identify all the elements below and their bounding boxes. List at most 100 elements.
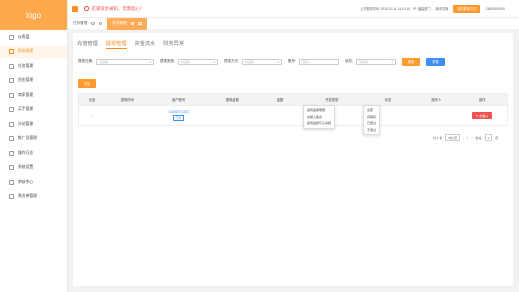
table-row: — 13456721333 已付 ✎ 去确认 xyxy=(79,105,507,125)
logo[interactable]: logo xyxy=(0,0,67,30)
status-label: 状态: xyxy=(344,59,353,64)
sidebar-item-label: 黑名单管理 xyxy=(18,194,37,199)
sidebar-item[interactable]: 资金管理 xyxy=(0,74,67,89)
table-header-cell[interactable]: 全选 xyxy=(79,97,105,102)
dropdown-option[interactable]: 提现金额与子余额 xyxy=(304,120,334,127)
category-select[interactable]: 请选择 ▾ xyxy=(177,58,218,66)
chevron-down-icon: ▾ xyxy=(149,59,151,64)
goto-label: 前往 xyxy=(475,135,482,140)
type-dropdown: 提现金额明细 余额入账表 提现金额与子余额 xyxy=(303,105,336,129)
sidebar-item-label: 审核中心 xyxy=(18,179,34,184)
sidebar-item-label: 推广员管理 xyxy=(18,136,37,141)
subtab[interactable]: 财务异常 xyxy=(163,40,184,49)
sidebar-item-label: 买手管理 xyxy=(18,107,34,112)
menu-item-icon xyxy=(9,107,14,113)
chevron-down-icon: ▾ xyxy=(213,59,215,64)
sidebar-item[interactable]: 推广员管理 xyxy=(0,132,67,147)
table-header-cell: 提现时间 xyxy=(120,98,134,102)
dropdown-option[interactable]: 不通过 xyxy=(364,127,379,134)
notice-text: 店铺资金被扣，无需担心！ xyxy=(91,5,145,11)
table-header: 全选 提现时间 用户账号 提现金额 金额 开发类型 状态 操作人 操作 xyxy=(79,94,507,105)
warning-icon xyxy=(84,6,89,11)
sidebar-item[interactable]: 买手管理 xyxy=(0,103,67,118)
subtab[interactable]: 充值管理 xyxy=(77,40,98,49)
menu-item-icon xyxy=(9,165,14,171)
sidebar-item[interactable]: 分站管理 xyxy=(0,117,67,132)
sidebar: logo 仪表盘财务管理任务管理资金管理商家管理买手管理分站管理推广员管理操作日… xyxy=(0,0,68,292)
table-header-cell: 操作 xyxy=(478,98,486,102)
close-icon[interactable] xyxy=(98,21,103,26)
next-page-button[interactable]: › xyxy=(472,136,473,140)
page-size-select[interactable]: 5条/页 xyxy=(445,134,460,141)
sidebar-item-label: 仪表盘 xyxy=(18,34,30,39)
menu-item-icon xyxy=(9,179,14,185)
category-label: 提现类型: xyxy=(159,59,175,64)
sidebar-item[interactable]: 系统设置 xyxy=(0,161,67,176)
sidebar-item[interactable]: 审核中心 xyxy=(0,175,67,190)
row-select-checkbox[interactable]: — xyxy=(79,114,105,118)
status-dropdown: 全部 待审核 已通过 不通过 xyxy=(363,105,381,135)
date-select[interactable]: 请选择 ▾ xyxy=(95,58,154,66)
subtab[interactable]: 资金流水 xyxy=(135,40,156,49)
account-link[interactable]: 13456721333 xyxy=(150,110,208,114)
chevron-down-icon: ▾ xyxy=(391,59,393,64)
page-tab-label: 财务管理 xyxy=(112,21,127,25)
sidebar-item[interactable]: 财务管理 xyxy=(0,44,67,59)
edit-contact-button[interactable]: 修改联系方式 xyxy=(453,4,481,13)
main-content: 充值管理 提现管理 资金流水 财务异常 提现日期: 请选择 ▾ 提现类型: 请选择 ▾ 提… xyxy=(73,33,513,286)
method-placeholder: 请选择 xyxy=(244,59,254,64)
sidebar-item[interactable]: 仪表盘 xyxy=(0,30,67,45)
subtabs: 充值管理 提现管理 资金流水 财务异常 xyxy=(77,40,184,49)
sidebar-item-label: 分站管理 xyxy=(18,121,34,126)
login-info: 上次登录时间: 2019-10-11 14:10:19，IP: 福建厦门 xyxy=(359,7,431,11)
account-label: 账号: xyxy=(287,59,296,64)
sidebar-item-label: 资金管理 xyxy=(18,78,34,83)
prev-page-button[interactable]: ‹ xyxy=(463,136,464,140)
menu-toggle-icon[interactable] xyxy=(72,5,78,12)
reset-button[interactable]: 重置 xyxy=(426,58,445,66)
menu-item-icon xyxy=(9,34,14,40)
cell-action: ✎ 去确认 xyxy=(457,112,507,119)
search-button[interactable]: 搜索 xyxy=(401,58,421,66)
menu-item-icon xyxy=(9,194,14,200)
refresh-icon[interactable] xyxy=(91,21,95,26)
status-select[interactable]: 请选择 ▾ xyxy=(355,58,396,66)
page-tab[interactable]: 任务管理 xyxy=(68,18,107,30)
goto-input[interactable]: 1 xyxy=(484,134,493,141)
refresh-icon[interactable] xyxy=(130,21,135,26)
table-header-cell: 金额 xyxy=(276,98,284,102)
subtab[interactable]: 提现管理 xyxy=(105,40,127,49)
category-placeholder: 请选择 xyxy=(180,59,190,64)
menu-item-icon xyxy=(9,136,14,142)
confirm-label: 去确认 xyxy=(479,113,489,118)
pager-total: 共 1 条 xyxy=(433,135,443,140)
sidebar-item[interactable]: 黑名单管理 xyxy=(0,190,67,205)
sidebar-item[interactable]: 操作日志 xyxy=(0,146,67,161)
user-phone[interactable]: 13800000000 xyxy=(485,7,505,11)
close-icon[interactable] xyxy=(138,21,142,26)
sidebar-item-label: 财务管理 xyxy=(18,49,34,54)
topbar-right: 上次登录时间: 2019-10-11 14:10:19，IP: 福建厦门 版本切… xyxy=(359,4,519,13)
page-suffix: 页 xyxy=(495,135,499,140)
sidebar-item[interactable]: 商家管理 xyxy=(0,88,67,103)
sidebar-item-label: 系统设置 xyxy=(18,165,34,170)
withdraw-table: 全选 提现时间 用户账号 提现金额 金额 开发类型 状态 操作人 操作 — 1345672133… xyxy=(78,93,508,126)
method-select[interactable]: 请选择 ▾ xyxy=(241,58,282,66)
table-header-cell: 操作人 xyxy=(431,98,442,102)
sidebar-item-label: 任务管理 xyxy=(18,63,34,68)
page-number[interactable]: 1 xyxy=(467,136,469,140)
logo-text: logo xyxy=(25,10,42,20)
table-header-cell: 提现金额 xyxy=(225,98,239,102)
sidebar-nav: 仪表盘财务管理任务管理资金管理商家管理买手管理分站管理推广员管理操作日志系统设置… xyxy=(0,30,67,204)
sidebar-item-label: 商家管理 xyxy=(18,92,34,97)
sidebar-item[interactable]: 任务管理 xyxy=(0,59,67,74)
account-placeholder: 请输入 xyxy=(301,59,311,64)
confirm-button[interactable]: ✎ 去确认 xyxy=(471,112,493,119)
version-switch-link[interactable]: 版本切换 xyxy=(436,6,449,11)
table-header-cell: 用户账号 xyxy=(171,98,186,102)
account-input[interactable]: 请输入 xyxy=(298,58,339,66)
export-button[interactable]: 导出 xyxy=(78,79,97,88)
pagination: 共 1 条 5条/页 ‹ 1 › 前往 1 页 xyxy=(433,134,498,141)
page-tab[interactable]: 财务管理 xyxy=(107,17,147,30)
menu-item-icon xyxy=(9,92,14,98)
